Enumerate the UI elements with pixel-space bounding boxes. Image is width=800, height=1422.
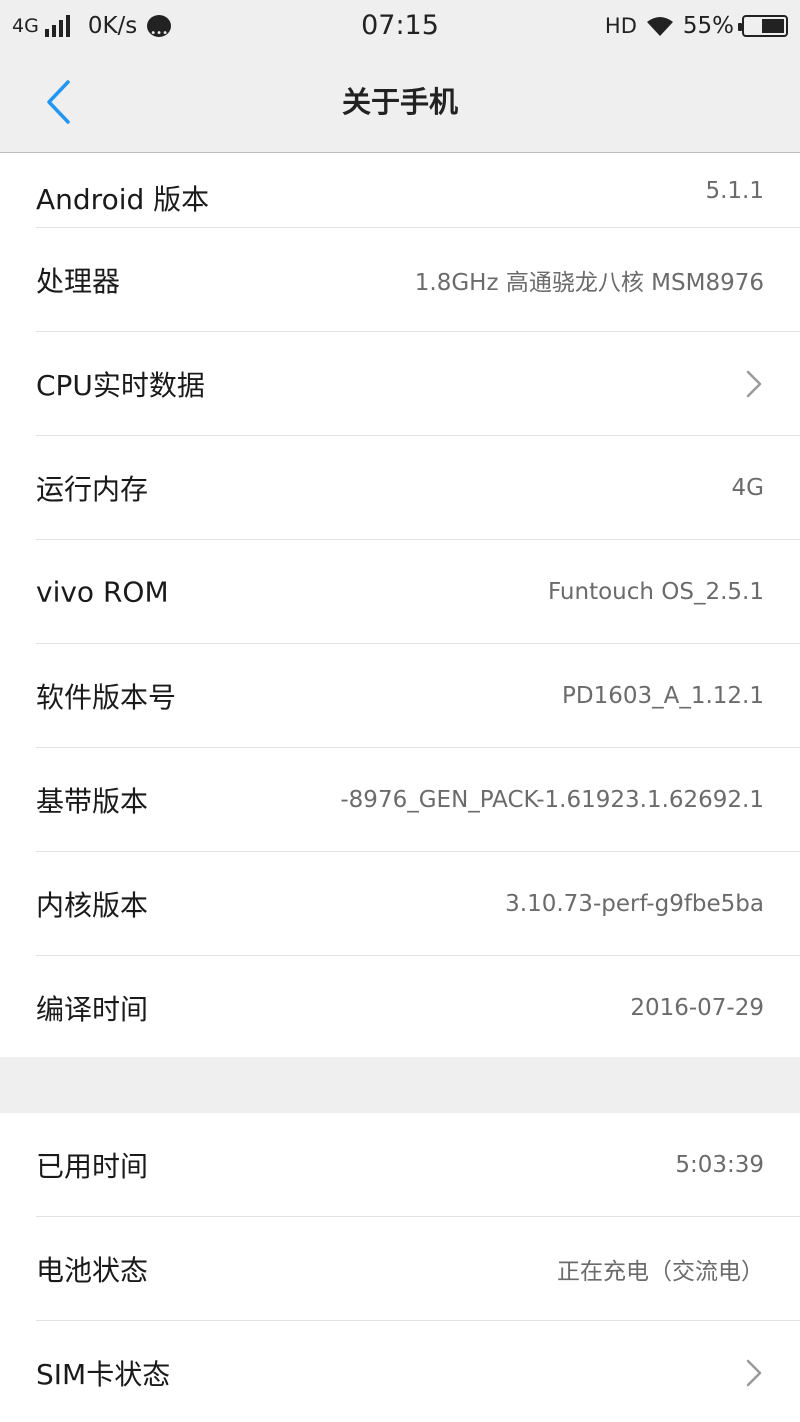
row-uptime: 已用时间 5:03:39	[36, 1113, 800, 1217]
row-label: 编译时间	[36, 993, 149, 1026]
row-label: vivo ROM	[36, 575, 169, 608]
row-software-version: 软件版本号 PD1603_A_1.12.1	[36, 644, 800, 748]
row-label: CPU实时数据	[36, 368, 205, 402]
battery-icon	[738, 15, 788, 37]
row-value: 5:03:39	[675, 1151, 764, 1178]
row-label: SIM卡状态	[36, 1358, 171, 1391]
row-value: 4G	[731, 474, 764, 501]
chevron-right-icon	[746, 370, 762, 397]
hd-indicator: HD	[604, 14, 637, 38]
row-value: -8976_GEN_PACK-1.61923.1.62692.1	[340, 786, 764, 813]
row-build-date: 编译时间 2016-07-29	[36, 956, 800, 1060]
page-title: 关于手机	[341, 85, 458, 119]
row-android-version: Android 版本 5.1.1	[36, 154, 800, 228]
row-value: 正在充电（交流电）	[557, 1258, 764, 1285]
section-divider	[0, 1057, 800, 1113]
row-sim-status[interactable]: SIM卡状态	[36, 1321, 800, 1422]
row-value: 1.8GHz 高通骁龙八核 MSM8976	[414, 269, 764, 296]
row-label: 电池状态	[36, 1253, 149, 1287]
row-value: PD1603_A_1.12.1	[561, 682, 764, 709]
row-label: 内核版本	[36, 888, 149, 922]
row-value: 3.10.73-perf-g9fbe5ba	[505, 890, 764, 917]
row-value: 2016-07-29	[630, 995, 764, 1021]
row-baseband-version: 基带版本 -8976_GEN_PACK-1.61923.1.62692.1	[36, 748, 800, 852]
title-bar: 关于手机	[0, 52, 800, 153]
wifi-icon	[646, 17, 673, 36]
chevron-right-icon	[746, 1359, 762, 1387]
row-ram: 运行内存 4G	[36, 436, 800, 540]
row-label: 处理器	[36, 264, 121, 298]
battery-percent: 55%	[682, 13, 734, 39]
status-bar: 4G 0K/s 07:15 HD 55%	[0, 0, 800, 52]
row-battery-status: 电池状态 正在充电（交流电）	[36, 1217, 800, 1321]
row-label: 基带版本	[36, 784, 149, 818]
row-label: Android 版本	[36, 183, 210, 216]
status-right: HD 55%	[605, 10, 788, 42]
row-vivo-rom: vivo ROM Funtouch OS_2.5.1	[36, 540, 800, 644]
row-cpu-realtime[interactable]: CPU实时数据	[36, 332, 800, 436]
row-value: 5.1.1	[705, 178, 764, 204]
info-list: Android 版本 5.1.1 处理器 1.8GHz 高通骁龙八核 MSM89…	[0, 154, 800, 1060]
row-label: 运行内存	[36, 472, 149, 506]
row-value: Funtouch OS_2.5.1	[547, 578, 764, 605]
row-label: 软件版本号	[36, 680, 177, 714]
status-list: 已用时间 5:03:39 电池状态 正在充电（交流电） SIM卡状态	[0, 1113, 800, 1422]
row-processor: 处理器 1.8GHz 高通骁龙八核 MSM8976	[36, 228, 800, 332]
row-kernel-version: 内核版本 3.10.73-perf-g9fbe5ba	[36, 852, 800, 956]
row-label: 已用时间	[36, 1149, 149, 1183]
